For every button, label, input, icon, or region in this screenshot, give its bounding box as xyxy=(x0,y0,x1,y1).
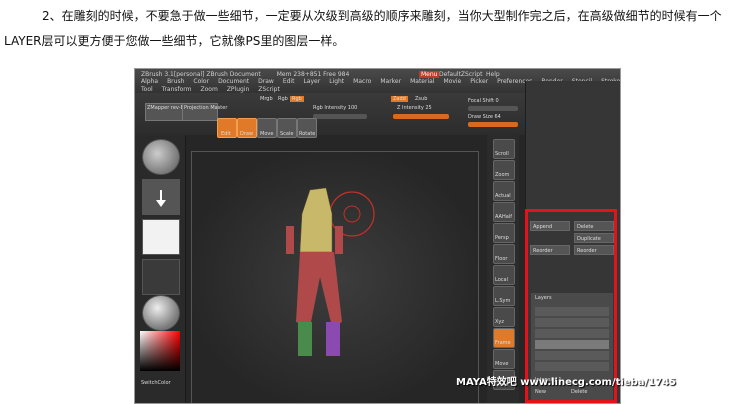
z-intensity-slider[interactable] xyxy=(393,114,449,119)
shelf-persp-button[interactable]: Persp xyxy=(493,223,515,243)
shelf-label: Local xyxy=(495,277,508,283)
character-model xyxy=(286,187,375,356)
shelf-label: AAHalf xyxy=(495,214,512,220)
draw-size-slider[interactable] xyxy=(468,122,518,127)
menu-item-zscript[interactable]: ZScript xyxy=(258,86,280,93)
script-button[interactable]: DefaultZScript xyxy=(439,71,482,78)
scale-button[interactable]: Scale xyxy=(277,118,297,138)
z-intensity-label: Z Intensity 25 xyxy=(397,105,432,111)
menu-item-macro[interactable]: Macro xyxy=(353,78,371,85)
menu-item-color[interactable]: Color xyxy=(193,78,209,85)
zbrush-screenshot: ZBrush 3.1[personal] ZBrush Document Mem… xyxy=(134,68,621,404)
mrgb-label: Mrgb xyxy=(260,96,273,102)
switch-color-label[interactable]: SwitchColor xyxy=(141,380,171,386)
arrow-down-icon xyxy=(156,190,166,207)
paragraph-line-2: LAYER层可以更方便于您做一些细节，它就像PS里的图层一样。 xyxy=(4,34,345,48)
move-button[interactable]: Move xyxy=(257,118,277,138)
menu-item-movie[interactable]: Movie xyxy=(443,78,461,85)
rotate-button[interactable]: Rotate xyxy=(297,118,317,138)
memory-stats: Mem 238+851 Free 984 xyxy=(276,71,350,78)
stroke-thumbnail[interactable] xyxy=(142,179,180,215)
rgb-intensity-label: Rgb Intensity 100 xyxy=(313,105,358,111)
brush-thumbnail[interactable] xyxy=(142,139,180,175)
shelf-label: Actual xyxy=(495,193,511,199)
canvas-viewport[interactable] xyxy=(191,151,479,403)
shelf-label: Persp xyxy=(495,235,509,241)
edit-button[interactable]: Edit xyxy=(217,118,237,138)
menu-item-tool[interactable]: Tool xyxy=(141,86,153,93)
texture-thumbnail[interactable] xyxy=(142,259,180,295)
shelf-label: Move xyxy=(495,361,509,367)
menu-list-2: Tool Transform Zoom ZPlugin ZScript xyxy=(141,86,289,93)
menu-item-brush[interactable]: Brush xyxy=(167,78,184,85)
shelf-zoom-button[interactable]: Zoom xyxy=(493,160,515,180)
shelf-floor-button[interactable]: Floor xyxy=(493,244,515,264)
rgb-button[interactable]: Rgb xyxy=(290,96,304,102)
zsub-button[interactable]: Zsub xyxy=(415,96,427,102)
help-button[interactable]: Help xyxy=(486,71,500,78)
menu-item-zplugin[interactable]: ZPlugin xyxy=(227,86,249,93)
menu-item-transform[interactable]: Transform xyxy=(162,86,192,93)
left-palette: SwitchColor xyxy=(135,135,186,403)
shelf-label: Xyz xyxy=(495,319,505,325)
brush-cursor-inner-icon xyxy=(343,205,361,223)
focal-shift-label: Focal Shift 0 xyxy=(468,98,499,104)
watermark-text: MAYA特效吧 www.linecg.com/tieba/1745 xyxy=(456,377,677,388)
menu-item-draw[interactable]: Draw xyxy=(258,78,274,85)
shelf-move-button[interactable]: Move xyxy=(493,349,515,369)
shelf-xyz-button[interactable]: Xyz xyxy=(493,307,515,327)
color-picker[interactable] xyxy=(140,331,180,371)
menu-item-zoom[interactable]: Zoom xyxy=(201,86,218,93)
shelf-lsym-button[interactable]: L.Sym xyxy=(493,286,515,306)
zadd-button[interactable]: Zadd xyxy=(391,96,408,102)
menu-item-alpha[interactable]: Alpha xyxy=(141,78,158,85)
toolbar: ZMapper rev-E Projection Master Mrgb Rgb… xyxy=(135,93,525,135)
menu-item-marker[interactable]: Marker xyxy=(380,78,401,85)
shelf-label: Scroll xyxy=(495,151,509,157)
projection-master-button[interactable]: Projection Master xyxy=(182,103,227,121)
shelf-frame-button[interactable]: Frame xyxy=(493,328,515,348)
right-shelf: Scroll Zoom Actual AAHalf Persp Floor Local L.S… xyxy=(487,135,519,403)
material-thumbnail[interactable] xyxy=(142,295,180,331)
shelf-aahalf-button[interactable]: AAHalf xyxy=(493,202,515,222)
rgb-intensity-slider[interactable] xyxy=(313,114,367,119)
focal-shift-slider[interactable] xyxy=(468,106,518,111)
shelf-label: Frame xyxy=(495,340,511,346)
menu-item-document[interactable]: Document xyxy=(218,78,249,85)
menu-item-edit[interactable]: Edit xyxy=(283,78,295,85)
paragraph-line-1: 2、在雕刻的时候，不要急于做一些细节，一定要从次级到高级的顺序来雕刻，当你大型制… xyxy=(42,9,722,23)
draw-button[interactable]: Draw xyxy=(237,118,257,138)
menu-item-picker[interactable]: Picker xyxy=(470,78,488,85)
menu-item-layer[interactable]: Layer xyxy=(303,78,320,85)
shelf-actual-button[interactable]: Actual xyxy=(493,181,515,201)
alpha-thumbnail[interactable] xyxy=(142,219,180,255)
shelf-local-button[interactable]: Local xyxy=(493,265,515,285)
rgb-label: Rgb xyxy=(278,96,288,102)
menu-item-light[interactable]: Light xyxy=(329,78,344,85)
menu-item-material[interactable]: Material xyxy=(410,78,434,85)
menu-button[interactable]: Menu xyxy=(419,71,440,78)
shelf-scroll-button[interactable]: Scroll xyxy=(493,139,515,159)
zmapper-button[interactable]: ZMapper rev-E xyxy=(145,103,184,121)
shelf-label: Floor xyxy=(495,256,508,262)
article-paragraph: 2、在雕刻的时候，不要急于做一些细节，一定要从次级到高级的顺序来雕刻，当你大型制… xyxy=(4,4,746,54)
shelf-label: L.Sym xyxy=(495,298,511,304)
draw-size-label: Draw Size 64 xyxy=(468,114,501,120)
shelf-label: Zoom xyxy=(495,172,510,178)
app-title: ZBrush 3.1[personal] ZBrush Document xyxy=(141,71,261,78)
